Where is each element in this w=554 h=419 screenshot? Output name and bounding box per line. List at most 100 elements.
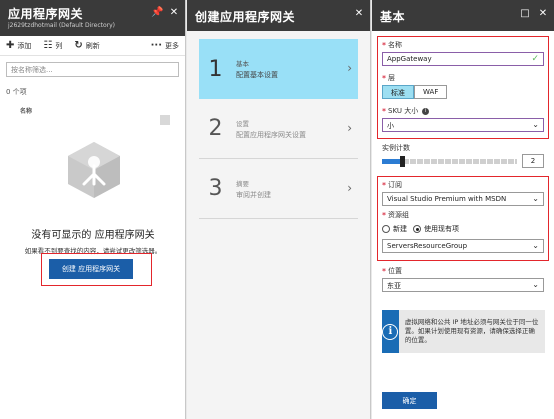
step-title: 摘要 — [236, 179, 249, 188]
rg-existing-radio[interactable]: 使用现有项 — [413, 224, 459, 234]
step-number: 2 — [208, 116, 223, 141]
rg-existing-label: 使用现有项 — [424, 225, 459, 233]
required-mark: * — [382, 106, 386, 116]
chevron-down-icon: ⌄ — [532, 120, 539, 129]
blade-header: 应用程序网关 j2629tzdhotmail (Default Director… — [0, 0, 185, 36]
name-label: 名称 — [388, 41, 402, 49]
refresh-button[interactable]: ↻ 刷新 — [74, 40, 99, 51]
item-count: 0 个项 — [6, 88, 27, 96]
pin-icon[interactable]: 📌 — [151, 7, 163, 19]
ok-button[interactable]: 确定 — [382, 392, 437, 409]
chevron-down-icon: ⌄ — [532, 241, 539, 250]
chevron-right-icon: › — [347, 181, 352, 195]
tier-selector: 标准 WAF — [382, 85, 544, 99]
blade-subtitle: j2629tzdhotmail (Default Directory) — [8, 22, 116, 29]
required-mark: * — [382, 40, 386, 50]
required-mark: * — [382, 210, 386, 220]
step-title: 设置 — [236, 119, 249, 128]
empty-state-title: 没有可显示的 应用程序网关 — [31, 230, 155, 241]
scrollbar-thumb[interactable] — [160, 115, 170, 125]
resource-group-select[interactable]: ServersResourceGroup ⌄ — [382, 239, 544, 253]
info-text: 虚拟网络和公共 IP 地址必须与网关位于同一位置。如果计划使用现有资源，请确保选… — [404, 318, 539, 344]
sku-select[interactable]: 小 ⌄ — [382, 118, 544, 132]
columns-label: 列 — [55, 41, 63, 50]
sku-field-group: * SKU 大小 i 小 ⌄ — [382, 106, 544, 132]
sku-value: 小 — [387, 122, 394, 130]
slider-fill — [382, 159, 403, 164]
chevron-down-icon: ⌄ — [532, 280, 539, 289]
resource-group-label: 资源组 — [388, 211, 409, 219]
plus-icon: ✚ — [6, 40, 15, 51]
tier-option-waf[interactable]: WAF — [414, 85, 448, 99]
step-desc: 审阅并创建 — [236, 190, 271, 199]
name-field-group: * 名称 AppGateway ✓ — [382, 40, 544, 66]
wizard-step-settings[interactable]: 2 设置 配置应用程序网关设置 › — [199, 99, 358, 159]
application-gateway-icon — [68, 142, 120, 198]
resource-group-value: ServersResourceGroup — [387, 242, 468, 250]
blade-title: 基本 — [380, 10, 406, 24]
location-label: 位置 — [388, 267, 402, 275]
subscription-label: 订阅 — [388, 181, 402, 189]
refresh-icon: ↻ — [74, 40, 83, 51]
rg-new-label: 新建 — [393, 225, 407, 233]
location-value: 东亚 — [387, 282, 401, 290]
refresh-label: 刷新 — [85, 41, 100, 50]
tier-label: 层 — [388, 74, 395, 82]
step-title: 基本 — [236, 60, 249, 68]
checkmark-icon: ✓ — [531, 54, 539, 64]
columns-icon: ☷ — [43, 40, 53, 51]
instance-count-label-wrap: 实例计数 — [382, 143, 544, 153]
add-button[interactable]: ✚ 添加 — [6, 40, 31, 51]
name-input[interactable]: AppGateway ✓ — [382, 52, 544, 66]
wizard-step-summary[interactable]: 3 摘要 审阅并创建 › — [199, 159, 358, 219]
more-label: 更多 — [165, 41, 179, 50]
blade-header: 基本 □ ✕ — [372, 0, 554, 31]
name-value: AppGateway — [387, 55, 432, 63]
step-desc: 配置基本设置 — [236, 71, 278, 79]
step-number: 3 — [208, 176, 223, 201]
radio-dot-selected — [413, 225, 421, 233]
more-icon: ··· — [150, 40, 162, 51]
columns-button[interactable]: ☷ 列 — [43, 40, 62, 51]
instance-count-slider[interactable] — [382, 156, 517, 167]
chevron-right-icon: › — [347, 61, 352, 75]
close-icon[interactable]: ✕ — [169, 7, 179, 19]
required-mark: * — [382, 73, 386, 83]
chevron-right-icon: › — [347, 121, 352, 135]
info-icon[interactable]: i — [422, 107, 430, 115]
radio-dot — [382, 225, 390, 233]
tier-option-standard[interactable]: 标准 — [382, 85, 414, 99]
maximize-icon[interactable]: □ — [520, 8, 530, 20]
basics-blade: 基本 □ ✕ * 名称 AppGateway ✓ * 层 标准 WAF * SKU 大… — [372, 0, 554, 419]
info-box: i 虚拟网络和公共 IP 地址必须与网关位于同一位置。如果计划使用现有资源，请确… — [382, 310, 545, 353]
rg-new-radio[interactable]: 新建 — [382, 224, 407, 234]
tier-field-group: * 层 标准 WAF — [382, 73, 544, 99]
app-gateway-list-blade: 应用程序网关 j2629tzdhotmail (Default Director… — [0, 0, 186, 419]
blade-header: 创建应用程序网关 ✕ — [187, 0, 370, 31]
subscription-select[interactable]: Visual Studio Premium with MSDN ⌄ — [382, 192, 544, 206]
info-icon: i — [382, 323, 399, 340]
location-field-group: * 位置 东亚 ⌄ — [382, 266, 544, 292]
instance-count-input[interactable]: 2 — [522, 154, 544, 168]
chevron-down-icon: ⌄ — [532, 194, 539, 203]
create-app-gateway-button[interactable]: 创建 应用程序网关 — [49, 259, 133, 279]
close-icon[interactable]: ✕ — [538, 8, 548, 20]
blade-title: 应用程序网关 — [8, 7, 84, 21]
more-button[interactable]: ··· 更多 — [151, 40, 179, 51]
sku-label: SKU 大小 — [388, 107, 419, 115]
subscription-value: Visual Studio Premium with MSDN — [387, 195, 507, 203]
column-header-name[interactable]: 名称 — [20, 106, 179, 115]
step-desc: 配置应用程序网关设置 — [236, 130, 306, 139]
subscription-field-group: * 订阅 Visual Studio Premium with MSDN ⌄ — [382, 180, 544, 206]
slider-thumb[interactable] — [400, 156, 406, 167]
location-select[interactable]: 东亚 ⌄ — [382, 278, 544, 292]
required-mark: * — [382, 266, 386, 276]
create-wizard-blade: 创建应用程序网关 ✕ 1 基本 配置基本设置 › 2 设置 配置应用程序网关设置… — [187, 0, 371, 419]
required-mark: * — [382, 180, 386, 190]
filter-input[interactable]: 按名称筛选... — [6, 62, 179, 77]
wizard-step-basics[interactable]: 1 基本 配置基本设置 › — [199, 39, 358, 99]
step-number: 1 — [208, 56, 223, 82]
toolbar: ✚ 添加 ☷ 列 ↻ 刷新 ··· 更多 — [0, 36, 185, 56]
close-icon[interactable]: ✕ — [354, 8, 364, 20]
resource-group-field-group: * 资源组 新建 使用现有项 ServersResourceGroup ⌄ — [382, 210, 544, 253]
